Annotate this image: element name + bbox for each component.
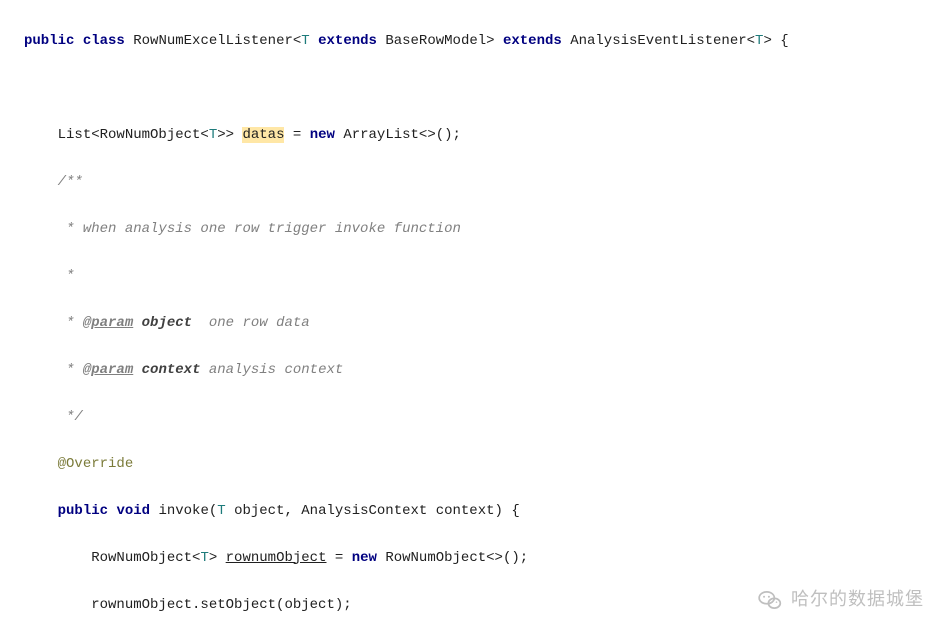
javadoc-param-tag: @param [83, 315, 133, 331]
code-line-8: * @param context analysis context [24, 359, 936, 383]
code-line-11: public void invoke(T object, AnalysisCon… [24, 500, 936, 524]
keyword-new: new [310, 127, 335, 143]
keyword-public: public [24, 33, 74, 49]
type-param-T: T [217, 503, 225, 519]
javadoc-param-name: context [142, 362, 201, 378]
code-line-9: */ [24, 406, 936, 430]
annotation-override: @Override [58, 456, 134, 472]
keyword-extends: extends [503, 33, 562, 49]
type-param-T: T [301, 33, 309, 49]
keyword-new: new [352, 550, 377, 566]
code-line-5: * when analysis one row trigger invoke f… [24, 218, 936, 242]
code-line-4: /** [24, 171, 936, 195]
code-line-blank [24, 77, 936, 101]
var-rownumObject: rownumObject [226, 550, 327, 566]
code-editor: public class RowNumExcelListener<T exten… [0, 0, 936, 623]
type-param-T: T [209, 127, 217, 143]
code-line-1: public class RowNumExcelListener<T exten… [24, 30, 936, 54]
wechat-icon [757, 587, 783, 613]
code-line-10: @Override [24, 453, 936, 477]
javadoc-param-name: object [142, 315, 192, 331]
class-name: RowNumExcelListener [133, 33, 293, 49]
var-datas: datas [242, 127, 284, 143]
code-line-6: * [24, 265, 936, 289]
javadoc-param-tag: @param [83, 362, 133, 378]
code-line-7: * @param object one row data [24, 312, 936, 336]
javadoc-open: /** [58, 174, 83, 190]
type-param-T: T [200, 550, 208, 566]
keyword-extends: extends [318, 33, 377, 49]
code-line-3: List<RowNumObject<T>> datas = new ArrayL… [24, 124, 936, 148]
watermark-text: 哈尔的数据城堡 [791, 588, 924, 612]
watermark: 哈尔的数据城堡 [757, 587, 924, 613]
keyword-void: void [116, 503, 150, 519]
keyword-public: public [58, 503, 108, 519]
keyword-class: class [83, 33, 125, 49]
code-line-12: RowNumObject<T> rownumObject = new RowNu… [24, 547, 936, 571]
